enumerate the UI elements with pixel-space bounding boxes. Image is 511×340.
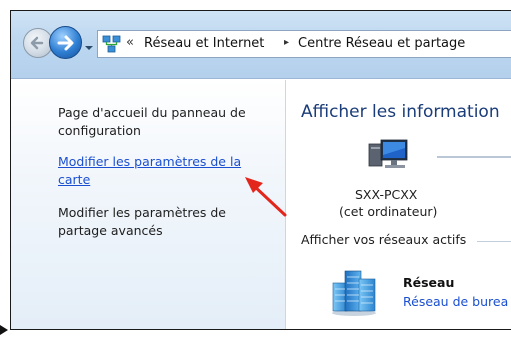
computer-icon[interactable] bbox=[367, 138, 411, 172]
control-panel-home-link[interactable]: Page d'accueil du panneau de configurati… bbox=[58, 104, 273, 140]
section-divider bbox=[477, 241, 511, 242]
computer-subtitle: (cet ordinateur) bbox=[339, 204, 438, 219]
network-type-link[interactable]: Réseau de burea bbox=[403, 294, 508, 309]
breadcrumb-separator[interactable]: ▸ bbox=[284, 37, 289, 48]
recent-pages-dropdown[interactable] bbox=[84, 38, 94, 50]
title-address-bar: « Réseau et Internet ▸ Centre Réseau et … bbox=[11, 11, 511, 79]
back-icon bbox=[30, 36, 44, 50]
page-heading: Afficher les information bbox=[301, 102, 500, 122]
network-name: Réseau bbox=[403, 275, 455, 290]
cursor-icon bbox=[0, 325, 8, 335]
active-networks-title: Afficher vos réseaux actifs bbox=[301, 232, 473, 247]
breadcrumb-overflow[interactable]: « bbox=[126, 35, 134, 50]
connection-line bbox=[437, 156, 511, 158]
breadcrumb-network-internet[interactable]: Réseau et Internet bbox=[144, 36, 264, 51]
computer-name: SXX-PCXX bbox=[355, 187, 418, 202]
network-center-icon bbox=[102, 35, 121, 53]
main-content: Afficher les information SXX-PCXX (cet o… bbox=[287, 80, 511, 329]
address-bar[interactable]: « Réseau et Internet ▸ Centre Réseau et … bbox=[97, 30, 511, 58]
network-building-icon[interactable] bbox=[329, 265, 379, 317]
forward-button[interactable] bbox=[49, 26, 82, 59]
window: « Réseau et Internet ▸ Centre Réseau et … bbox=[10, 10, 511, 330]
forward-icon bbox=[57, 35, 74, 51]
annotation-arrow-icon bbox=[245, 177, 287, 217]
dropdown-icon bbox=[85, 46, 93, 50]
breadcrumb-network-sharing-center[interactable]: Centre Réseau et partage bbox=[298, 36, 465, 51]
